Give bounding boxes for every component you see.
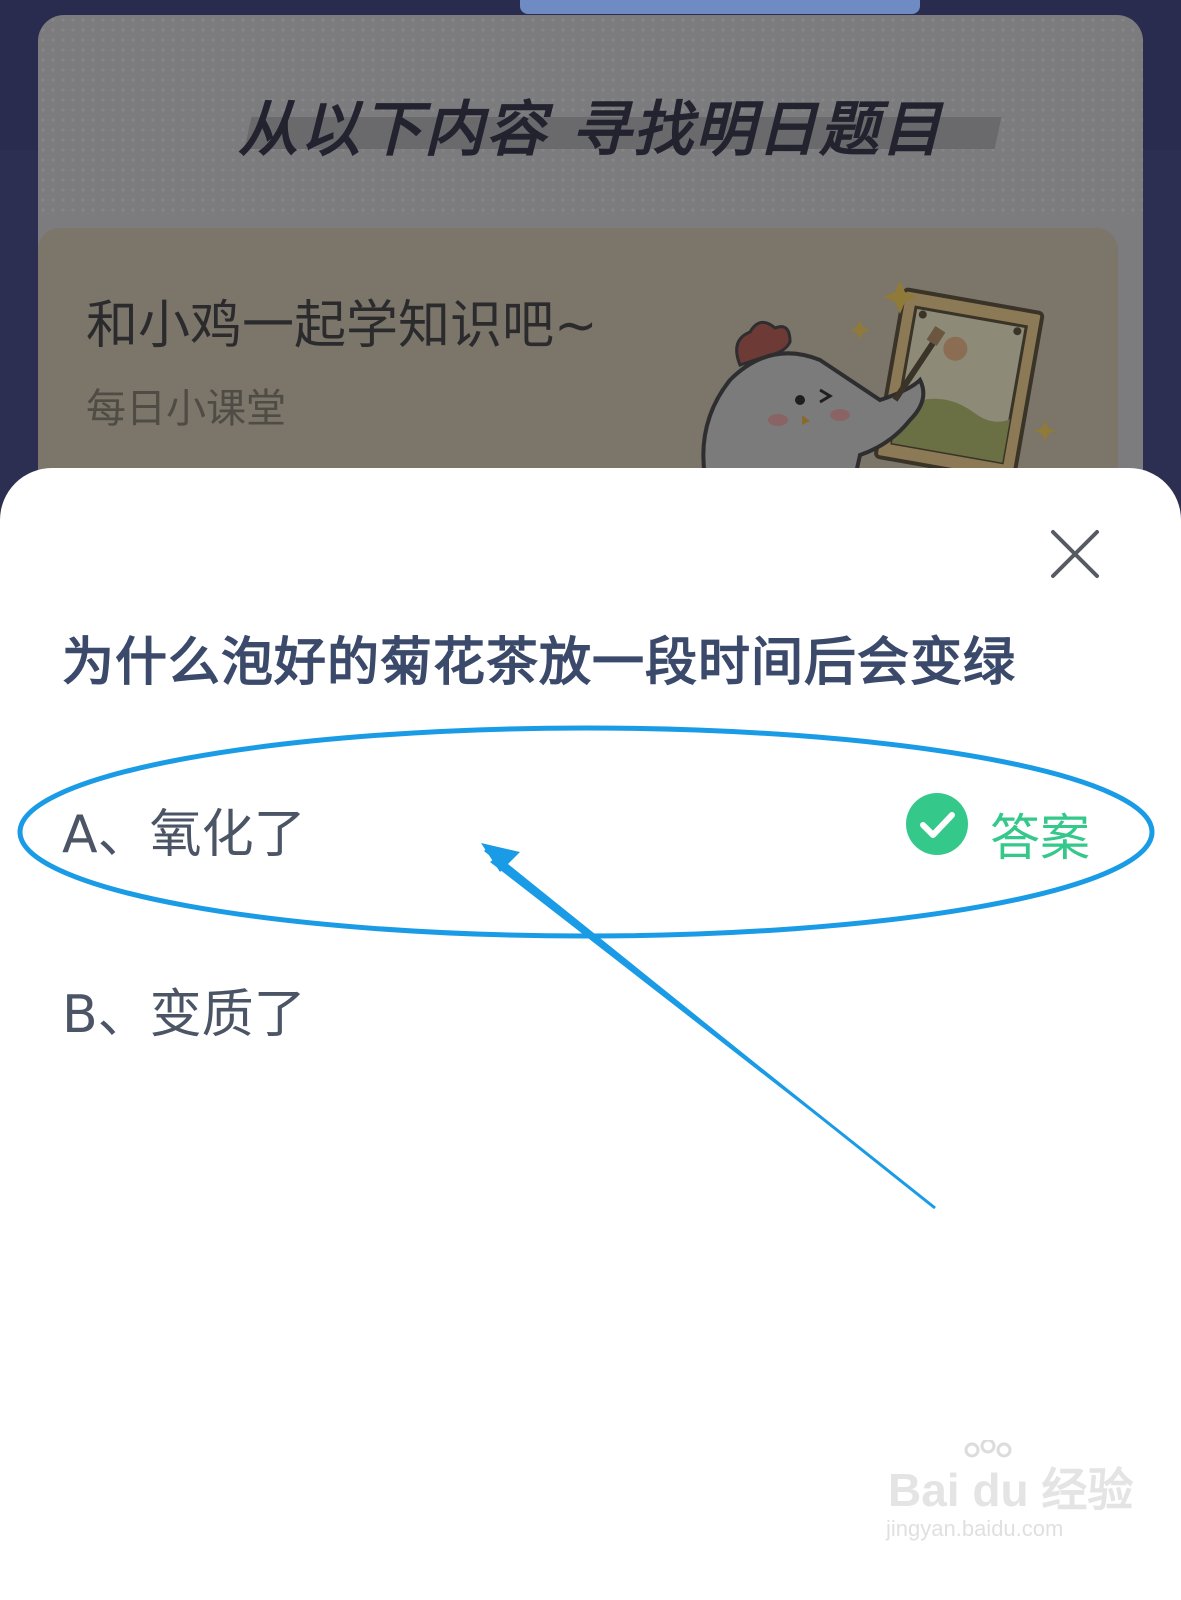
section-heading: 从以下内容 寻找明日题目	[238, 95, 943, 165]
check-circle-icon	[906, 793, 968, 855]
close-icon[interactable]	[1045, 524, 1105, 584]
question-text: 为什么泡好的菊花茶放一段时间后会变绿	[62, 633, 1017, 693]
option-b[interactable]: B、变质了	[62, 960, 1122, 1050]
chick-illustration	[701, 280, 1056, 500]
lesson-subtitle: 每日小课堂	[86, 386, 286, 432]
question-modal: 为什么泡好的菊花茶放一段时间后会变绿 A、氧化了 答案 B、变质了	[0, 468, 1181, 1600]
heading-wrap: 从以下内容 寻找明日题目	[238, 77, 1002, 165]
option-b-label: B、变质了	[62, 985, 306, 1045]
watermark-url: jingyan.baidu.com	[886, 1516, 1064, 1541]
option-a-label: A、氧化了	[62, 805, 306, 865]
watermark-logo: Bai du 经验	[888, 1464, 1134, 1516]
option-a[interactable]: A、氧化了 答案	[62, 780, 1122, 870]
banner-strip	[520, 0, 920, 14]
lesson-title: 和小鸡一起学知识吧~	[86, 296, 598, 356]
answer-label: 答案	[990, 809, 1090, 867]
baidu-watermark: Bai du 经验 jingyan.baidu.com	[880, 1440, 1140, 1550]
background-page: 从以下内容 寻找明日题目 和小鸡一起学知识吧~ 每日小课堂	[0, 0, 1181, 520]
